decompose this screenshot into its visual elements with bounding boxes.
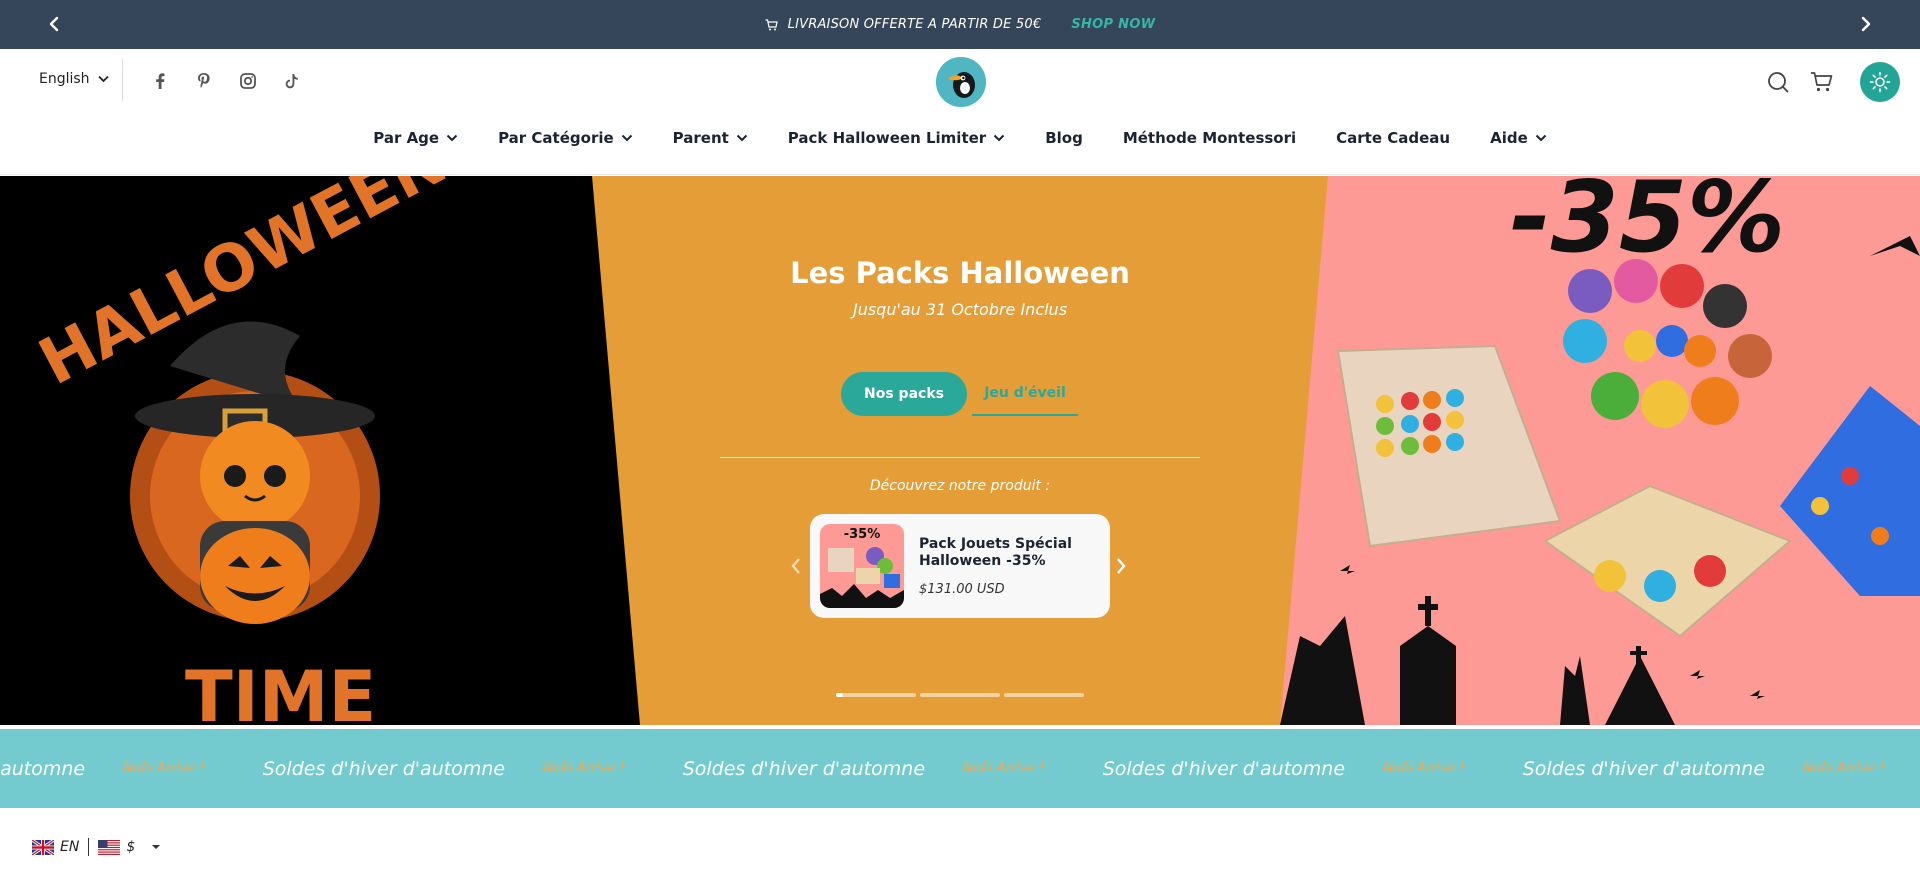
chevron-down-icon (1535, 134, 1546, 142)
cart-icon (765, 18, 778, 30)
theme-toggle-button[interactable] (1860, 62, 1900, 102)
product-price: $131.00 USD (919, 581, 1005, 597)
us-flag-icon (98, 839, 121, 855)
marquee-row: ver d'automne Noël Arrive ! Soldes d'hiv… (0, 729, 1920, 808)
nav-label: Blog (1045, 129, 1083, 147)
chevron-down-icon (97, 75, 109, 83)
instagram-icon[interactable] (236, 69, 260, 93)
chevron-down-icon (446, 134, 458, 142)
nav-item-par-age[interactable]: Par Age (373, 129, 458, 147)
chevron-right-icon (1117, 558, 1126, 574)
toucan-logo-icon (936, 57, 986, 107)
chevron-left-icon (49, 16, 59, 32)
locale-language: EN (60, 839, 80, 855)
search-icon[interactable] (1764, 68, 1792, 96)
jeu-eveil-link[interactable]: Jeu d'éveil (972, 372, 1078, 416)
marquee-text: Noël Arrive ! (543, 761, 625, 776)
nav-label: Pack Halloween Limiter (787, 129, 987, 147)
locale-separator (88, 838, 90, 856)
locale-currency: $ (126, 839, 136, 855)
marquee-text: Soldes d'hiver d'automne (262, 757, 506, 780)
nav-item-parent[interactable]: Parent (673, 129, 748, 147)
marquee-text: Noël Arrive ! (1383, 761, 1465, 776)
announcement-next-button[interactable] (1854, 12, 1878, 36)
chevron-down-icon (736, 134, 748, 142)
chevron-left-icon (791, 558, 800, 574)
marquee-text: Noël Arrive ! (123, 761, 205, 776)
product-card[interactable]: -35% Pack Jouets Spécial Halloween -35% … (810, 514, 1110, 618)
marquee-text: Noël Arrive ! (963, 761, 1045, 776)
nos-packs-button[interactable]: Nos packs (841, 372, 967, 416)
main-navigation: Par Age Par Catégorie Parent Pack Hallow… (0, 129, 1920, 147)
nav-item-aide[interactable]: Aide (1490, 129, 1547, 147)
chevron-down-icon (993, 134, 1005, 142)
nav-label: Carte Cadeau (1336, 129, 1451, 147)
marquee-text: Soldes d'hiver d'automne (1102, 757, 1346, 780)
product-badge: -35% (844, 527, 881, 542)
shop-now-link[interactable]: SHOP NOW (1071, 17, 1155, 32)
header-actions (1764, 62, 1900, 102)
chevron-down-icon (621, 134, 632, 142)
hero-banner: HALLOWEEN TIME -35% Les Packs Halloween … (0, 176, 1920, 725)
hero-content: Les Packs Halloween Jusqu'au 31 Octobre … (0, 176, 1920, 725)
nav-label: Par Catégorie (498, 129, 614, 147)
social-links (148, 69, 304, 93)
nav-item-par-categorie[interactable]: Par Catégorie (498, 129, 633, 147)
sun-icon (1869, 71, 1891, 93)
language-label: English (39, 71, 90, 87)
language-selector[interactable]: English (39, 71, 109, 87)
hero-divider (720, 457, 1200, 458)
nav-item-blog[interactable]: Blog (1045, 129, 1083, 147)
announcement-text: LIVRAISON OFFERTE A PARTIR DE 50€ (787, 17, 1042, 32)
nav-item-pack-halloween[interactable]: Pack Halloween Limiter (788, 129, 1005, 147)
slide-dot[interactable] (836, 693, 916, 697)
nav-label: Par Age (373, 129, 440, 147)
nav-label: Méthode Montessori (1122, 129, 1297, 147)
product-thumbnail: -35% (820, 524, 904, 608)
chevron-right-icon (1861, 16, 1871, 32)
slide-dot[interactable] (1004, 693, 1084, 697)
locale-currency-selector[interactable]: EN $ (32, 838, 161, 856)
marquee-text: Soldes d'hiver d'automne (1522, 757, 1766, 780)
nav-item-methode-montessori[interactable]: Méthode Montessori (1123, 129, 1296, 147)
announcement-bar: LIVRAISON OFFERTE A PARTIR DE 50€ SHOP N… (0, 0, 1920, 49)
marquee-text: ver d'automne (0, 757, 86, 780)
hero-subtitle: Jusqu'au 31 Octobre Inclus (852, 300, 1068, 319)
product-name: Pack Jouets Spécial Halloween -35% (919, 535, 1072, 569)
facebook-icon[interactable] (148, 69, 172, 93)
header-divider (122, 59, 123, 101)
product-prev-button[interactable] (786, 552, 806, 580)
nav-item-carte-cadeau[interactable]: Carte Cadeau (1336, 129, 1450, 147)
marquee-banner: ver d'automne Noël Arrive ! Soldes d'hiv… (0, 729, 1920, 808)
cart-icon[interactable] (1808, 68, 1836, 96)
nav-label: Aide (1490, 129, 1528, 147)
tiktok-icon[interactable] (280, 69, 304, 93)
marquee-text: Soldes d'hiver d'automne (682, 757, 926, 780)
pinterest-icon[interactable] (192, 69, 216, 93)
site-header: English Par Age Par Catégorie Parent Pac… (0, 49, 1920, 175)
hero-title: Les Packs Halloween (790, 256, 1130, 290)
slide-indicators (836, 693, 1084, 697)
site-logo[interactable] (936, 57, 986, 107)
announcement-message: LIVRAISON OFFERTE A PARTIR DE 50€ SHOP N… (765, 17, 1156, 32)
announcement-prev-button[interactable] (42, 12, 66, 36)
product-next-button[interactable] (1111, 552, 1131, 580)
uk-flag-icon (32, 839, 54, 855)
caret-down-icon (152, 845, 161, 849)
slide-dot[interactable] (920, 693, 1000, 697)
nav-label: Parent (672, 129, 729, 147)
marquee-text: Noël Arrive ! (1803, 761, 1885, 776)
discover-label: Découvrez notre produit : (869, 478, 1051, 494)
